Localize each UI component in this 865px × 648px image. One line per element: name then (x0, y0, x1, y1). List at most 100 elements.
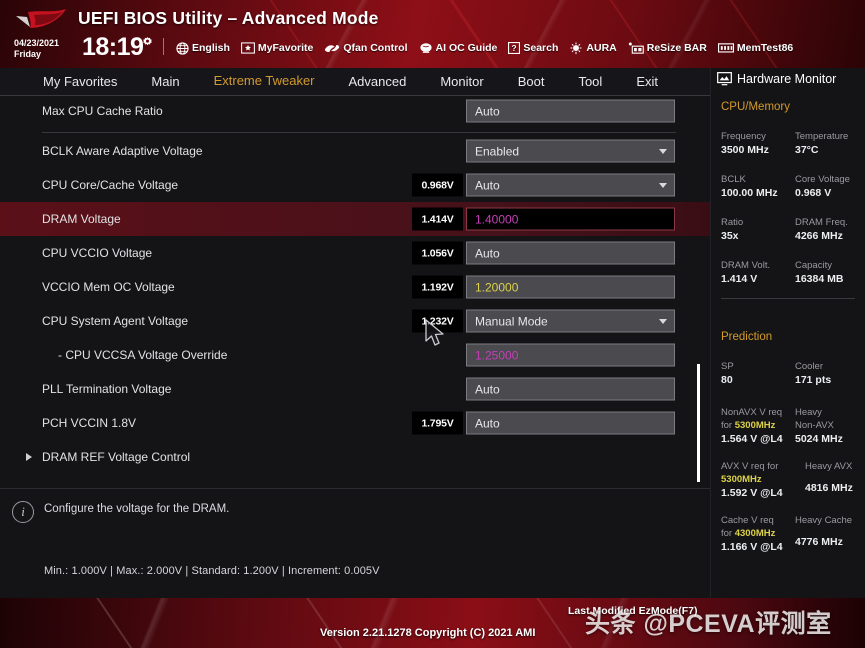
setting-value-input[interactable]: 1.40000 (466, 207, 675, 231)
setting-row-cpu-vccio-voltage[interactable]: CPU VCCIO Voltage 1.056V Auto (0, 236, 710, 270)
setting-row-cpu-vccsa-voltage-override[interactable]: - CPU VCCSA Voltage Override 1.25000 (0, 338, 710, 372)
tab-tool[interactable]: Tool (561, 68, 619, 96)
setting-value-field[interactable]: Auto (466, 99, 675, 123)
settings-scrollbar-thumb[interactable] (697, 364, 700, 482)
prediction-item-heavy-nonavx: Heavy Non-AVX 5024 MHz (795, 406, 865, 446)
prediction-value: 1.166 V @L4 (721, 541, 783, 553)
setting-monitor-value: 0.968V (412, 173, 463, 197)
hw-item-frequency: Frequency 3500 MHz (721, 130, 789, 157)
svg-text:?: ? (512, 43, 517, 53)
setting-value-field[interactable]: 1.25000 (466, 343, 675, 367)
mouse-cursor (425, 319, 444, 346)
setting-label: VCCIO Mem OC Voltage (42, 280, 175, 294)
toolbar-label-aura: AURA (586, 42, 617, 54)
hw-key: DRAM Volt. (721, 260, 771, 271)
setting-label: BCLK Aware Adaptive Voltage (42, 144, 203, 158)
toolbar-label-qfan: Qfan Control (343, 42, 408, 54)
setting-value: Auto (475, 178, 500, 192)
prediction-right-value: 5024 MHz (795, 433, 843, 445)
toolbar-item-aiocguide[interactable]: AI OC Guide (419, 42, 498, 55)
main-tabs: My Favorites Main Extreme Tweaker Advanc… (0, 67, 710, 97)
setting-label: DRAM Voltage (42, 212, 121, 226)
setting-value-dropdown[interactable]: Enabled (466, 139, 675, 163)
setting-monitor-value: 1.192V (412, 275, 463, 299)
setting-row-bclk-aware-adaptive-voltage[interactable]: BCLK Aware Adaptive Voltage Enabled (0, 134, 710, 168)
tab-monitor[interactable]: Monitor (423, 68, 500, 96)
setting-value-field[interactable]: Auto (466, 411, 675, 435)
tab-my-favorites[interactable]: My Favorites (26, 68, 134, 96)
hw-key: Ratio (721, 217, 744, 228)
chevron-down-icon (659, 148, 667, 154)
setting-monitor-value: 1.414V (412, 207, 463, 231)
setting-label: PCH VCCIN 1.8V (42, 416, 137, 430)
hw-item-core-voltage: Core Voltage 0.968 V (795, 173, 865, 200)
gear-icon[interactable] (141, 36, 154, 49)
prediction-right-key-line1: Heavy (795, 407, 822, 418)
hw-key: Temperature (795, 131, 849, 142)
setting-value-dropdown[interactable]: Manual Mode (466, 309, 675, 333)
hw-value: 16384 MB (795, 273, 844, 285)
setting-row-cpu-core-cache-voltage[interactable]: CPU Core/Cache Voltage 0.968V Auto (0, 168, 710, 202)
hw-item-capacity: Capacity 16384 MB (795, 259, 865, 286)
setting-label: PLL Termination Voltage (42, 382, 172, 396)
prediction-key-prefix: for (721, 420, 735, 431)
toolbar-label-myfavorite: MyFavorite (257, 42, 314, 54)
toolbar-label-aiocguide: AI OC Guide (435, 42, 498, 54)
globe-icon (176, 41, 189, 55)
clock-display: 18:19 (82, 33, 144, 61)
tab-main[interactable]: Main (134, 68, 196, 96)
setting-row-pch-vccin-1-8v[interactable]: PCH VCCIN 1.8V 1.795V Auto (0, 406, 710, 440)
prediction-right-key-line1: Heavy AVX (805, 461, 853, 472)
tab-extreme-tweaker[interactable]: Extreme Tweaker (196, 67, 332, 97)
hw-item-bclk: BCLK 100.00 MHz (721, 173, 789, 200)
setting-row-dram-ref-voltage-control[interactable]: DRAM REF Voltage Control (0, 440, 710, 474)
header-bar: UEFI BIOS Utility – Advanced Mode 04/23/… (0, 0, 865, 68)
setting-value: 1.20000 (475, 280, 519, 294)
prediction-value: 1.564 V @L4 (721, 433, 783, 445)
setting-value: Auto (475, 382, 500, 396)
toolbar-item-aura[interactable]: AURA (569, 42, 617, 55)
prediction-right-key-line2: Non-AVX (795, 420, 834, 431)
prediction-key-line1: AVX V req for (721, 461, 779, 472)
hw-value: 35x (721, 230, 739, 242)
toolbar-label-search: Search (523, 42, 559, 54)
info-icon: i (12, 501, 34, 523)
header-divider (163, 38, 164, 55)
hw-value: 0.968 V (795, 187, 832, 199)
prediction-key-prefix: for (721, 528, 735, 539)
toolbar-item-resizebar[interactable]: ReSize BAR (628, 42, 707, 55)
tab-boot[interactable]: Boot (501, 68, 562, 96)
toolbar-item-memtest86[interactable]: MemTest86 (717, 42, 793, 54)
toolbar-item-myfavorite[interactable]: MyFavorite (241, 42, 313, 54)
setting-value-field[interactable]: 1.20000 (466, 275, 675, 299)
prediction-item-avx: AVX V req for 5300MHz 1.592 V @L4 (721, 460, 805, 500)
prediction-key-freq: 5300MHz (734, 420, 776, 431)
toolbar-item-search[interactable]: ? Search (508, 42, 558, 54)
setting-row-dram-voltage[interactable]: DRAM Voltage 1.414V 1.40000 (0, 202, 710, 236)
tab-exit[interactable]: Exit (619, 68, 675, 96)
setting-value-field[interactable]: Auto (466, 377, 675, 401)
setting-value-dropdown[interactable]: Auto (466, 173, 675, 197)
setting-row-vccio-mem-oc-voltage[interactable]: VCCIO Mem OC Voltage 1.192V 1.20000 (0, 270, 710, 304)
toolbar-item-qfan[interactable]: Qfan Control (324, 42, 408, 55)
hw-item-temperature: Temperature 37°C (795, 130, 865, 157)
setting-row-pll-termination-voltage[interactable]: PLL Termination Voltage Auto (0, 372, 710, 406)
lightbulb-icon (570, 42, 582, 54)
hw-value: 80 (721, 374, 733, 386)
prediction-key-freq: 4300MHz (734, 528, 776, 539)
setting-row-cpu-system-agent-voltage[interactable]: CPU System Agent Voltage 1.232V Manual M… (0, 304, 710, 338)
setting-row-max-cpu-cache-ratio[interactable]: Max CPU Cache Ratio Auto (0, 96, 710, 126)
sidebar-divider (721, 298, 855, 299)
setting-value: Auto (475, 416, 500, 430)
tab-advanced[interactable]: Advanced (332, 68, 424, 96)
prediction-item-heavy-avx: Heavy AVX 4816 MHz (805, 460, 865, 495)
hw-key: Cooler (795, 361, 823, 372)
date-value: 04/23/2021 (14, 38, 60, 48)
hw-item-dram-volt: DRAM Volt. 1.414 V (721, 259, 789, 286)
hw-value: 100.00 MHz (721, 187, 778, 199)
brain-icon (419, 42, 432, 53)
hw-value: 37°C (795, 144, 819, 156)
date-display: 04/23/2021 Friday (14, 38, 59, 60)
toolbar-item-english[interactable]: English (176, 41, 230, 55)
setting-value-field[interactable]: Auto (466, 241, 675, 265)
